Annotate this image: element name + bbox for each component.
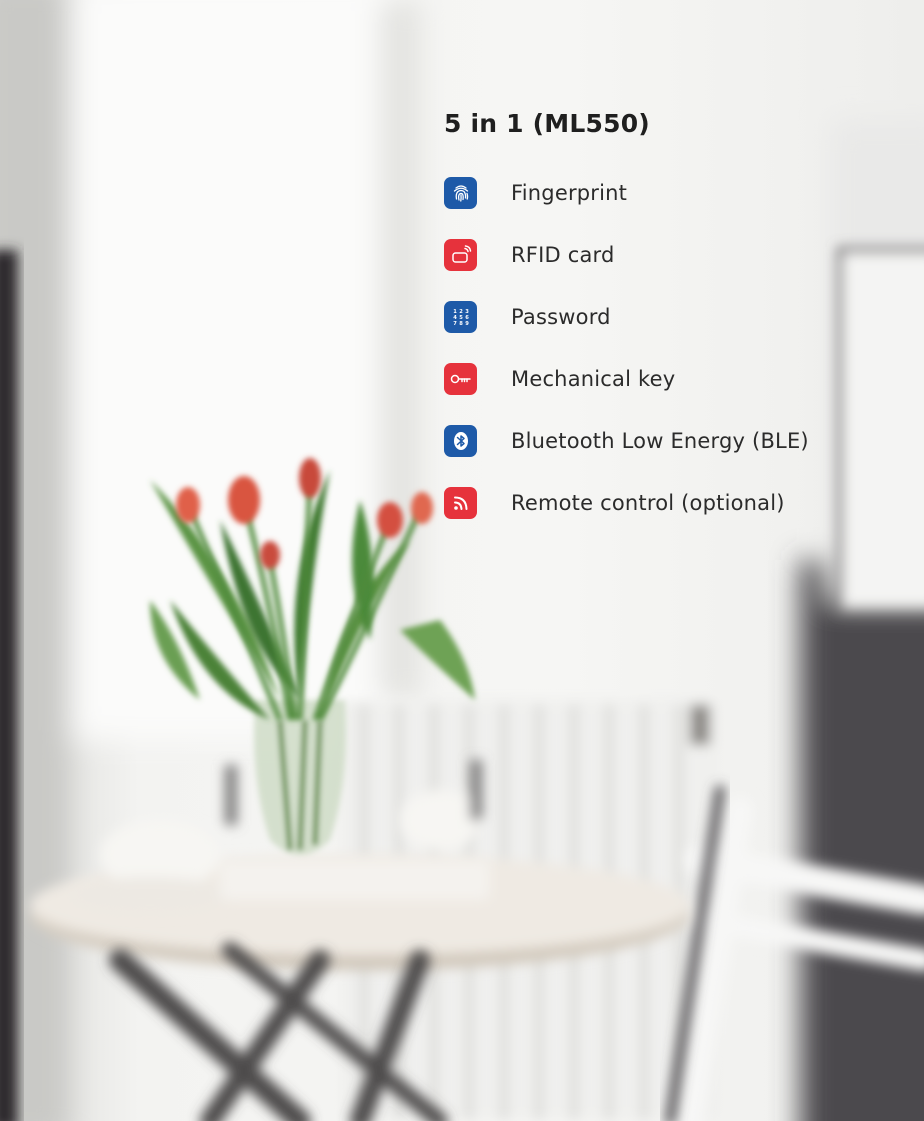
remote-control-icon [444, 487, 477, 519]
feature-label: Password [511, 305, 611, 329]
svg-text:9: 9 [465, 321, 469, 327]
rfid-card-icon [444, 239, 477, 271]
feature-fingerprint: Fingerprint [444, 162, 914, 224]
feature-label: Mechanical key [511, 367, 676, 391]
keypad-icon: 1 2 3 4 5 6 7 8 9 [444, 301, 477, 333]
feature-label: RFID card [511, 243, 615, 267]
feature-password: 1 2 3 4 5 6 7 8 9 Password [444, 286, 914, 348]
feature-label: Remote control (optional) [511, 491, 785, 515]
feature-mechanical-key: Mechanical key [444, 348, 914, 410]
svg-text:8: 8 [459, 321, 463, 327]
product-title: 5 in 1 (ML550) [444, 109, 650, 138]
feature-list: Fingerprint RFID card 1 2 3 4 5 6 7 8 9 … [444, 162, 914, 534]
feature-label: Bluetooth Low Energy (BLE) [511, 429, 809, 453]
feature-label: Fingerprint [511, 181, 628, 205]
bluetooth-icon [444, 425, 477, 457]
fingerprint-icon [444, 177, 477, 209]
key-icon [444, 363, 477, 395]
feature-rfid-card: RFID card [444, 224, 914, 286]
feature-remote-control: Remote control (optional) [444, 472, 914, 534]
feature-bluetooth: Bluetooth Low Energy (BLE) [444, 410, 914, 472]
feature-panel: 5 in 1 (ML550) Fingerprint RFID card 1 2… [444, 104, 914, 534]
svg-text:7: 7 [453, 321, 457, 327]
